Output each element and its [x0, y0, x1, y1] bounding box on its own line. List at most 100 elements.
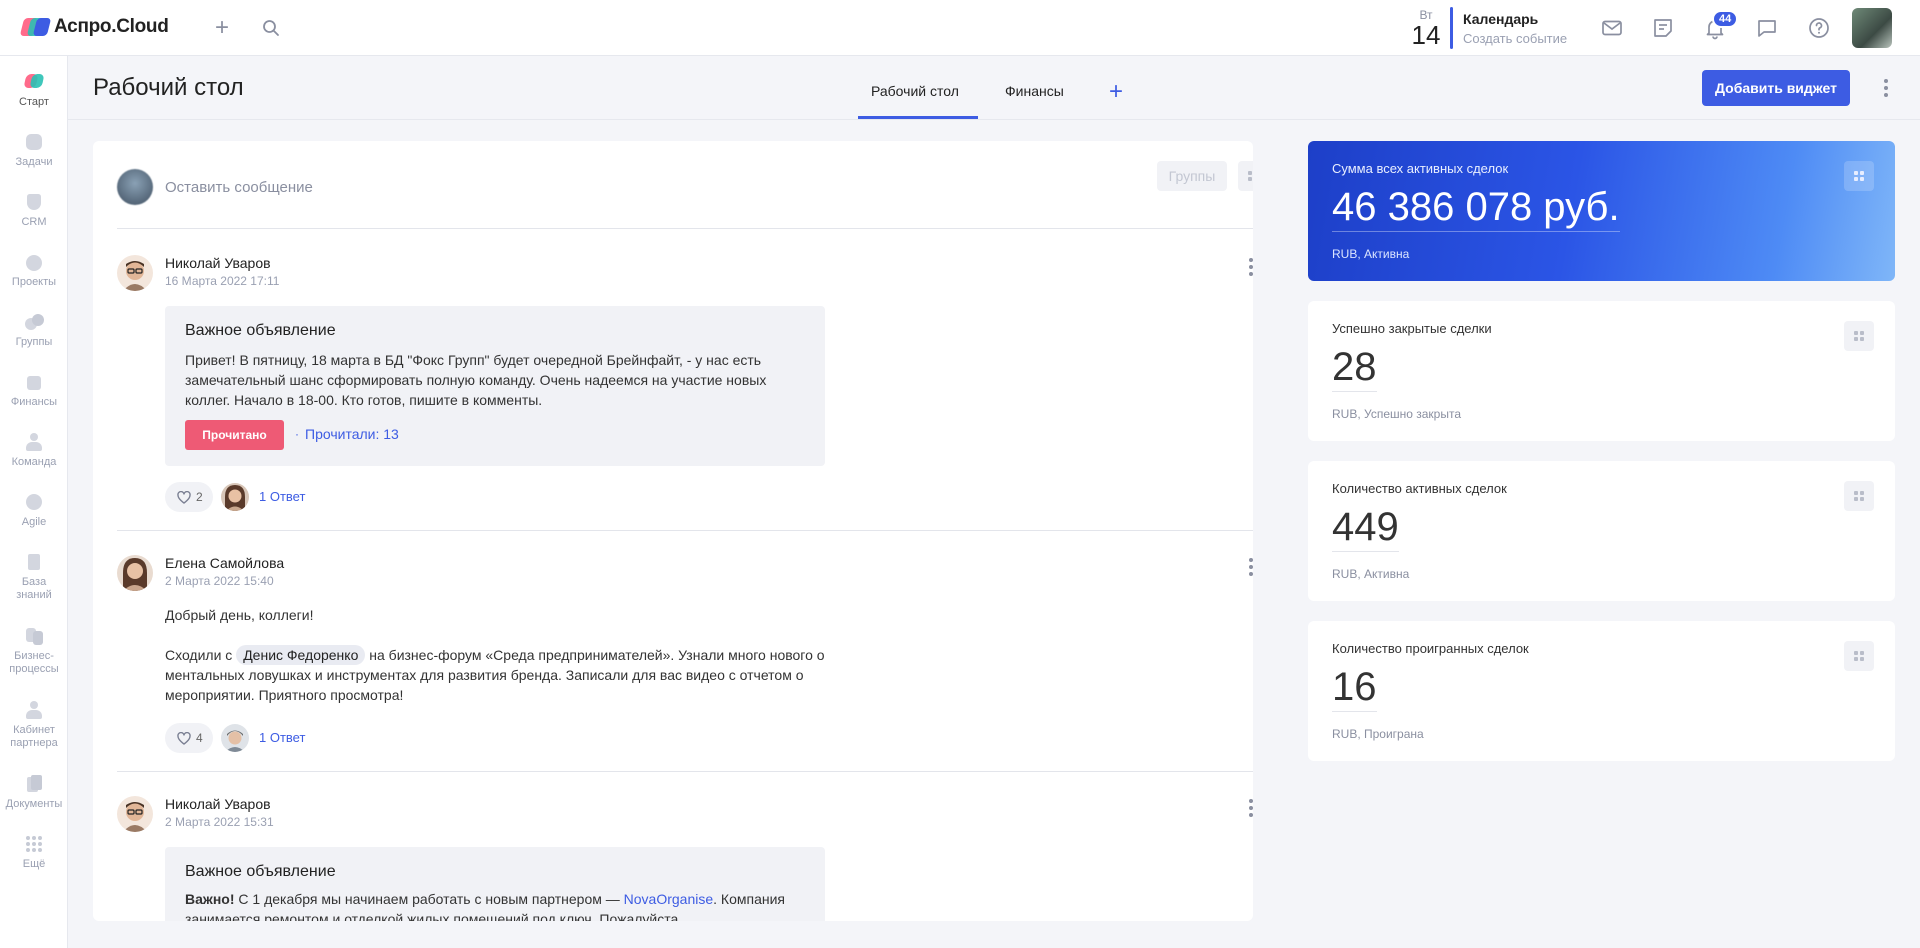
- app-logo[interactable]: Аспро.Cloud: [19, 16, 169, 38]
- reply-author-avatar[interactable]: [221, 724, 249, 752]
- projects-icon: [23, 252, 45, 272]
- replies-link[interactable]: 1 Ответ: [259, 489, 305, 504]
- like-button[interactable]: 4: [165, 723, 213, 753]
- post-author[interactable]: Елена Самойлова: [165, 555, 284, 571]
- post-more-icon[interactable]: [1243, 557, 1253, 577]
- partner-link[interactable]: NovaOrganise: [624, 891, 714, 907]
- sidebar-item-groups[interactable]: Группы: [0, 312, 68, 349]
- post-author-avatar[interactable]: [117, 555, 153, 591]
- widget-label: Количество проигранных сделок: [1332, 641, 1529, 656]
- sidebar-item-finance[interactable]: Финансы: [0, 372, 68, 409]
- post-author-avatar[interactable]: [117, 796, 153, 832]
- announcement: Важное объявление Привет! В пятницу, 18 …: [165, 306, 825, 466]
- sidebar-item-bizproc[interactable]: Бизнес-процессы: [0, 626, 68, 676]
- add-widget-button[interactable]: Добавить виджет: [1702, 70, 1850, 106]
- replies-link[interactable]: 1 Ответ: [259, 730, 305, 745]
- sidebar-item-start[interactable]: Старт: [0, 72, 68, 109]
- sidebar-item-projects[interactable]: Проекты: [0, 252, 68, 289]
- groups-button[interactable]: Группы: [1157, 161, 1227, 191]
- help-icon[interactable]: [1807, 16, 1831, 40]
- widget-value: 449: [1332, 505, 1399, 552]
- drag-handle-icon[interactable]: [1844, 641, 1874, 671]
- calendar-date: Вт 14: [1408, 8, 1444, 48]
- post-more-icon[interactable]: [1243, 257, 1253, 277]
- like-button[interactable]: 2: [165, 482, 213, 512]
- user-avatar[interactable]: [1852, 8, 1892, 48]
- sidebar-item-partner[interactable]: Кабинет партнера: [0, 700, 68, 750]
- sidebar-item-label: Проекты: [11, 276, 57, 288]
- heart-icon: [177, 490, 191, 504]
- sidebar-item-label: Группы: [15, 336, 53, 348]
- widget-lost-deals: Количество проигранных сделок 16 RUB, Пр…: [1308, 621, 1895, 761]
- announcement: Важное объявление Важно! С 1 декабря мы …: [165, 847, 825, 921]
- widget-sub: RUB, Активна: [1332, 567, 1410, 581]
- post-author[interactable]: Николай Уваров: [165, 796, 271, 812]
- reply-author-avatar[interactable]: [221, 483, 249, 511]
- create-event-link[interactable]: Создать событие: [1463, 31, 1567, 46]
- active-tab-indicator: [858, 116, 978, 119]
- sidebar-item-knowledge[interactable]: База знаний: [0, 552, 68, 602]
- more-icon: [23, 834, 45, 854]
- documents-icon: [23, 774, 45, 794]
- mail-icon[interactable]: [1600, 16, 1624, 40]
- post-date: 2 Марта 2022 15:31: [165, 815, 274, 829]
- sidebar-item-label: Бизнес-процессы: [9, 650, 59, 675]
- partner-icon: [23, 700, 45, 720]
- post-author[interactable]: Николай Уваров: [165, 255, 271, 271]
- widget-sub: RUB, Успешно закрыта: [1332, 407, 1462, 421]
- crm-icon: [23, 192, 45, 212]
- calendar-divider: [1450, 7, 1453, 49]
- sidebar-item-label: Финансы: [10, 396, 58, 408]
- tab-finance[interactable]: Финансы: [1005, 83, 1064, 99]
- widget-sub: RUB, Проиграна: [1332, 727, 1424, 741]
- sidebar-item-crm[interactable]: CRM: [0, 192, 68, 229]
- post-greeting: Добрый день, коллеги!: [165, 607, 314, 623]
- post-text: Сходили с Денис Федоренко на бизнес-фору…: [165, 645, 825, 705]
- drag-handle-icon[interactable]: [1844, 161, 1874, 191]
- sidebar-item-more[interactable]: Ещё: [0, 834, 68, 871]
- widget-value: 46 386 078 руб.: [1332, 185, 1620, 232]
- tasks-icon: [23, 132, 45, 152]
- drag-handle-icon[interactable]: [1844, 321, 1874, 351]
- calendar-title[interactable]: Календарь: [1463, 11, 1567, 27]
- divider: [117, 771, 1253, 772]
- tab-desktop[interactable]: Рабочий стол: [871, 83, 959, 99]
- announcement-text: Важно! С 1 декабря мы начинаем работать …: [185, 889, 805, 921]
- sidebar-item-team[interactable]: Команда: [0, 432, 68, 469]
- mark-read-button[interactable]: Прочитано: [185, 420, 284, 450]
- message-composer[interactable]: Оставить сообщение: [165, 179, 313, 196]
- likes-count: 4: [196, 731, 203, 745]
- notes-icon[interactable]: [1651, 16, 1675, 40]
- announcement-strong: Важно!: [185, 891, 235, 907]
- post-more-icon[interactable]: [1243, 798, 1253, 818]
- search-icon[interactable]: [260, 17, 282, 39]
- readers-count-link[interactable]: Прочитали: 13: [305, 426, 399, 442]
- sidebar-item-tasks[interactable]: Задачи: [0, 132, 68, 169]
- add-tab-plus-icon[interactable]: +: [1109, 78, 1123, 106]
- sidebar-item-label: Документы: [5, 798, 63, 810]
- divider: [117, 228, 1253, 229]
- drag-handle-icon[interactable]: [1238, 161, 1253, 191]
- post-author-avatar[interactable]: [117, 255, 153, 291]
- create-plus-icon[interactable]: +: [211, 16, 233, 40]
- sidebar-item-label: Старт: [19, 96, 49, 108]
- sidebar-item-agile[interactable]: Agile: [0, 492, 68, 529]
- page-header: Рабочий стол Рабочий стол Финансы + Доба…: [68, 56, 1920, 120]
- notifications-badge: 44: [1712, 10, 1739, 28]
- sidebar-item-label: Кабинет партнера: [10, 724, 58, 749]
- sidebar-item-documents[interactable]: Документы: [0, 774, 68, 811]
- chat-icon[interactable]: [1755, 16, 1779, 40]
- sidebar-item-label: CRM: [21, 216, 47, 228]
- page-more-icon[interactable]: [1878, 76, 1894, 100]
- announcement-title: Важное объявление: [185, 863, 336, 880]
- mention-tag[interactable]: Денис Федоренко: [236, 645, 366, 665]
- logo-text: Аспро.Cloud: [54, 16, 169, 37]
- calendar-widget[interactable]: Вт 14 Календарь Создать событие: [1408, 4, 1567, 52]
- heart-icon: [177, 731, 191, 745]
- agile-icon: [23, 492, 45, 512]
- page-title: Рабочий стол: [93, 74, 244, 101]
- groups-icon: [23, 312, 45, 332]
- drag-handle-icon[interactable]: [1844, 481, 1874, 511]
- widget-value: 28: [1332, 345, 1377, 392]
- widget-active-deals-sum: Сумма всех активных сделок 46 386 078 ру…: [1308, 141, 1895, 281]
